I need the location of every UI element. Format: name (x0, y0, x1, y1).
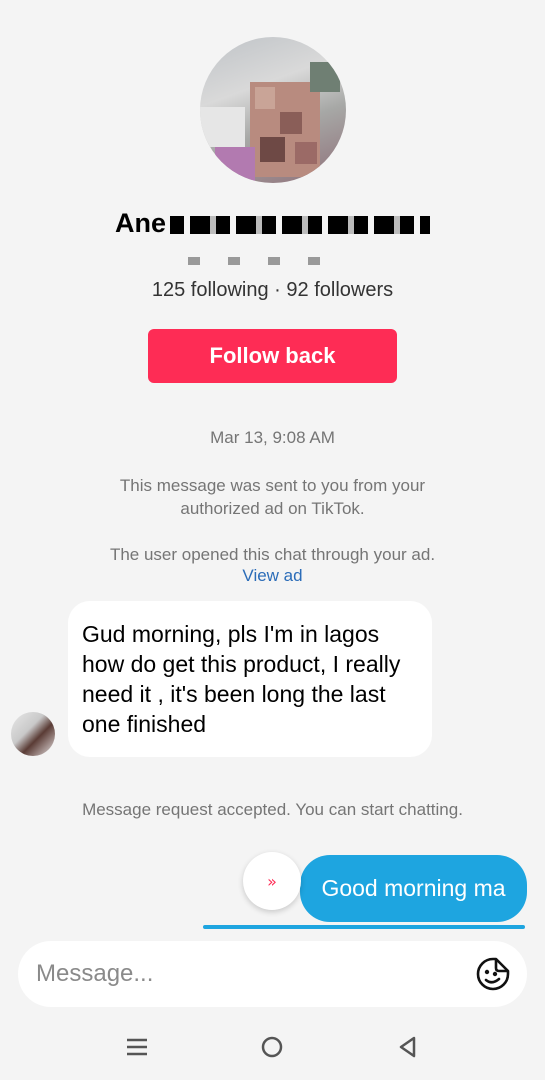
redacted-name (170, 215, 430, 234)
ad-notice: This message was sent to you from your a… (119, 476, 426, 518)
system-nav-bar (0, 1020, 545, 1080)
message-input[interactable] (36, 941, 456, 1007)
profile-username (188, 252, 358, 266)
profile-display-name: Ane (0, 208, 545, 239)
follow-back-button[interactable]: Follow back (148, 329, 397, 383)
chat-timestamp: Mar 13, 9:08 AM (210, 428, 335, 447)
profile-stats: 125 following · 92 followers (151, 279, 394, 301)
outgoing-message-text: Good morning ma (321, 875, 506, 901)
accepted-notice: Message request accepted. You can start … (82, 800, 463, 819)
incoming-message-bubble[interactable]: Gud morning, pls I'm in lagos how do get… (68, 601, 432, 757)
scroll-down-button[interactable]: » (243, 852, 301, 910)
profile-avatar[interactable] (200, 37, 346, 183)
outgoing-message-bubble[interactable]: Good morning ma (300, 855, 527, 922)
view-ad-link[interactable]: View ad (0, 566, 545, 586)
opened-notice: The user opened this chat through your a… (109, 545, 436, 564)
home-icon[interactable] (257, 1032, 287, 1062)
redacted-username (188, 257, 328, 266)
message-composer (18, 941, 527, 1007)
sender-avatar[interactable] (11, 712, 55, 756)
outgoing-message-partial (203, 925, 525, 929)
recents-icon[interactable] (122, 1032, 152, 1062)
sticker-face-icon[interactable] (475, 956, 511, 992)
back-icon[interactable] (392, 1032, 422, 1062)
double-chevron-down-icon: » (267, 871, 277, 891)
